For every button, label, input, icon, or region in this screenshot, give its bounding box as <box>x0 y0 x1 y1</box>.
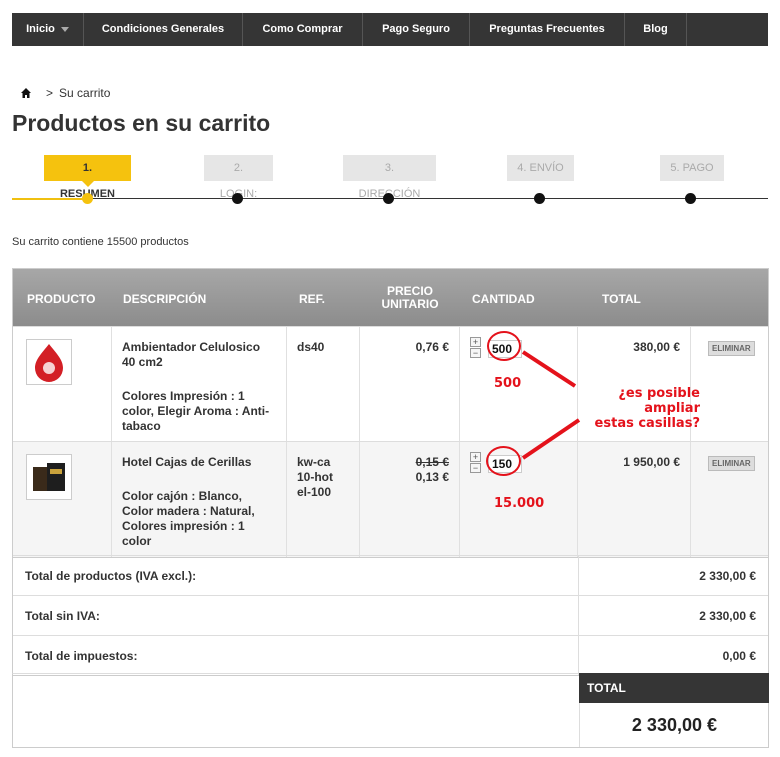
nav-label: Condiciones Generales <box>101 23 225 35</box>
steps-progress <box>12 198 87 200</box>
col-description: DESCRIPCIÓN <box>123 292 207 306</box>
col-unit-price: PRECIO UNITARIO <box>360 269 460 326</box>
totals-value: 0,00 € <box>722 649 756 663</box>
table-header: PRODUCTO DESCRIPCIÓN REF. PRECIO UNITARI… <box>13 269 768 326</box>
grand-total-value: 2 330,00 € <box>579 703 769 747</box>
delete-button[interactable]: ELIMINAR <box>708 456 755 471</box>
total-cell: 1 950,00 € <box>578 442 691 557</box>
breadcrumb-current: Su carrito <box>59 86 111 100</box>
totals-label: Total de productos (IVA excl.): <box>13 556 579 595</box>
breadcrumb: > Su carrito <box>20 86 110 100</box>
nav-item-pago-seguro[interactable]: Pago Seguro <box>363 13 470 46</box>
step-pago[interactable]: 5. PAGO <box>660 155 724 181</box>
ref-cell: kw-ca10-hotel-100 <box>287 442 360 557</box>
totals-row: Total de productos (IVA excl.): 2 330,00… <box>13 555 768 595</box>
totals-row: Total de impuestos: 0,00 € <box>13 635 768 675</box>
ref-cell: ds40 <box>287 327 360 441</box>
unit-price: 0,76 € <box>415 340 449 354</box>
delete-cell: ELIMINAR <box>691 442 768 557</box>
col-ref: REF. <box>299 292 326 306</box>
annotation-question-line1: ¿es posible ampliar <box>618 386 700 416</box>
step-envio[interactable]: 4. ENVÍO <box>507 155 574 181</box>
product-attributes: Color cajón : Blanco, Color madera : Nat… <box>122 489 255 548</box>
step-login[interactable]: 2. LOGIN: <box>204 155 273 200</box>
step-resumen: 1. RESUMEN <box>44 155 131 200</box>
annotation-qty2: 15.000 <box>494 496 545 511</box>
product-ref: ds40 <box>297 340 325 354</box>
matchbox-image <box>33 463 65 491</box>
totals-value: 2 330,00 € <box>699 569 756 583</box>
totals-row: Total sin IVA: 2 330,00 € <box>13 595 768 635</box>
increase-button[interactable]: + <box>470 337 481 347</box>
totals-label: Total de impuestos: <box>13 636 579 675</box>
annotation-question-line2: estas casillas? <box>594 416 700 431</box>
product-cell <box>13 442 112 557</box>
top-navigation: Inicio Condiciones Generales Como Compra… <box>12 13 768 46</box>
description-cell: Ambientador Celulosico 40 cm2 Colores Im… <box>112 327 287 441</box>
product-name[interactable]: Ambientador Celulosico 40 cm2 <box>122 340 276 370</box>
step-dot <box>685 193 696 204</box>
grand-total-label: TOTAL <box>579 673 769 703</box>
price-cell: 0,76 € <box>360 327 460 441</box>
product-attributes: Colores Impresión : 1 color, Elegir Arom… <box>122 389 270 433</box>
col-unit-price-line2: UNITARIO <box>381 297 439 311</box>
annotation-question: ¿es posible ampliar estas casillas? <box>571 386 700 431</box>
step-dot <box>534 193 545 204</box>
nav-label: Preguntas Frecuentes <box>489 23 605 35</box>
annotation-qty1: 500 <box>494 376 522 391</box>
col-quantity: CANTIDAD <box>472 292 535 306</box>
decrease-button[interactable]: − <box>470 463 481 473</box>
product-thumbnail[interactable] <box>26 454 72 500</box>
line-total: 1 950,00 € <box>623 455 680 469</box>
unit-price: 0,13 € <box>415 470 449 484</box>
delete-button[interactable]: ELIMINAR <box>708 341 755 356</box>
nav-item-inicio[interactable]: Inicio <box>12 13 84 46</box>
col-total: TOTAL <box>602 292 641 306</box>
nav-item-preguntas[interactable]: Preguntas Frecuentes <box>470 13 625 46</box>
cart-summary: Su carrito contiene 15500 productos <box>12 236 189 248</box>
nav-item-blog[interactable]: Blog <box>625 13 687 46</box>
old-price: 0,15 € <box>415 455 449 469</box>
product-thumbnail[interactable] <box>26 339 72 385</box>
decrease-button[interactable]: − <box>470 348 481 358</box>
air-freshener-image <box>35 344 63 382</box>
totals-table: Total de productos (IVA excl.): 2 330,00… <box>12 555 769 676</box>
delete-cell: ELIMINAR <box>691 327 768 441</box>
step-direccion[interactable]: 3. DIRECCIÓN <box>343 155 436 200</box>
product-name[interactable]: Hotel Cajas de Cerillas <box>122 455 276 470</box>
steps-track <box>87 198 768 199</box>
breadcrumb-separator: > <box>46 86 54 100</box>
chevron-down-icon <box>60 26 69 32</box>
step-dot-active <box>82 193 93 204</box>
nav-label: Como Comprar <box>262 23 343 35</box>
product-ref: kw-ca10-hotel-100 <box>297 455 333 499</box>
page-title: Productos en su carrito <box>12 110 271 136</box>
table-row: Hotel Cajas de Cerillas Color cajón : Bl… <box>13 441 768 557</box>
nav-label: Blog <box>643 23 668 35</box>
nav-label: Pago Seguro <box>382 23 450 35</box>
description-cell: Hotel Cajas de Cerillas Color cajón : Bl… <box>112 442 287 557</box>
nav-item-condiciones[interactable]: Condiciones Generales <box>84 13 243 46</box>
col-product: PRODUCTO <box>27 292 96 306</box>
totals-label: Total sin IVA: <box>13 596 579 635</box>
nav-item-como-comprar[interactable]: Como Comprar <box>243 13 363 46</box>
home-icon[interactable] <box>20 87 32 99</box>
step-dot <box>383 193 394 204</box>
line-total: 380,00 € <box>633 340 680 354</box>
product-cell <box>13 327 112 441</box>
totals-value: 2 330,00 € <box>699 609 756 623</box>
price-cell: 0,15 € 0,13 € <box>360 442 460 557</box>
nav-label: Inicio <box>26 23 55 35</box>
step-dot <box>232 193 243 204</box>
increase-button[interactable]: + <box>470 452 481 462</box>
